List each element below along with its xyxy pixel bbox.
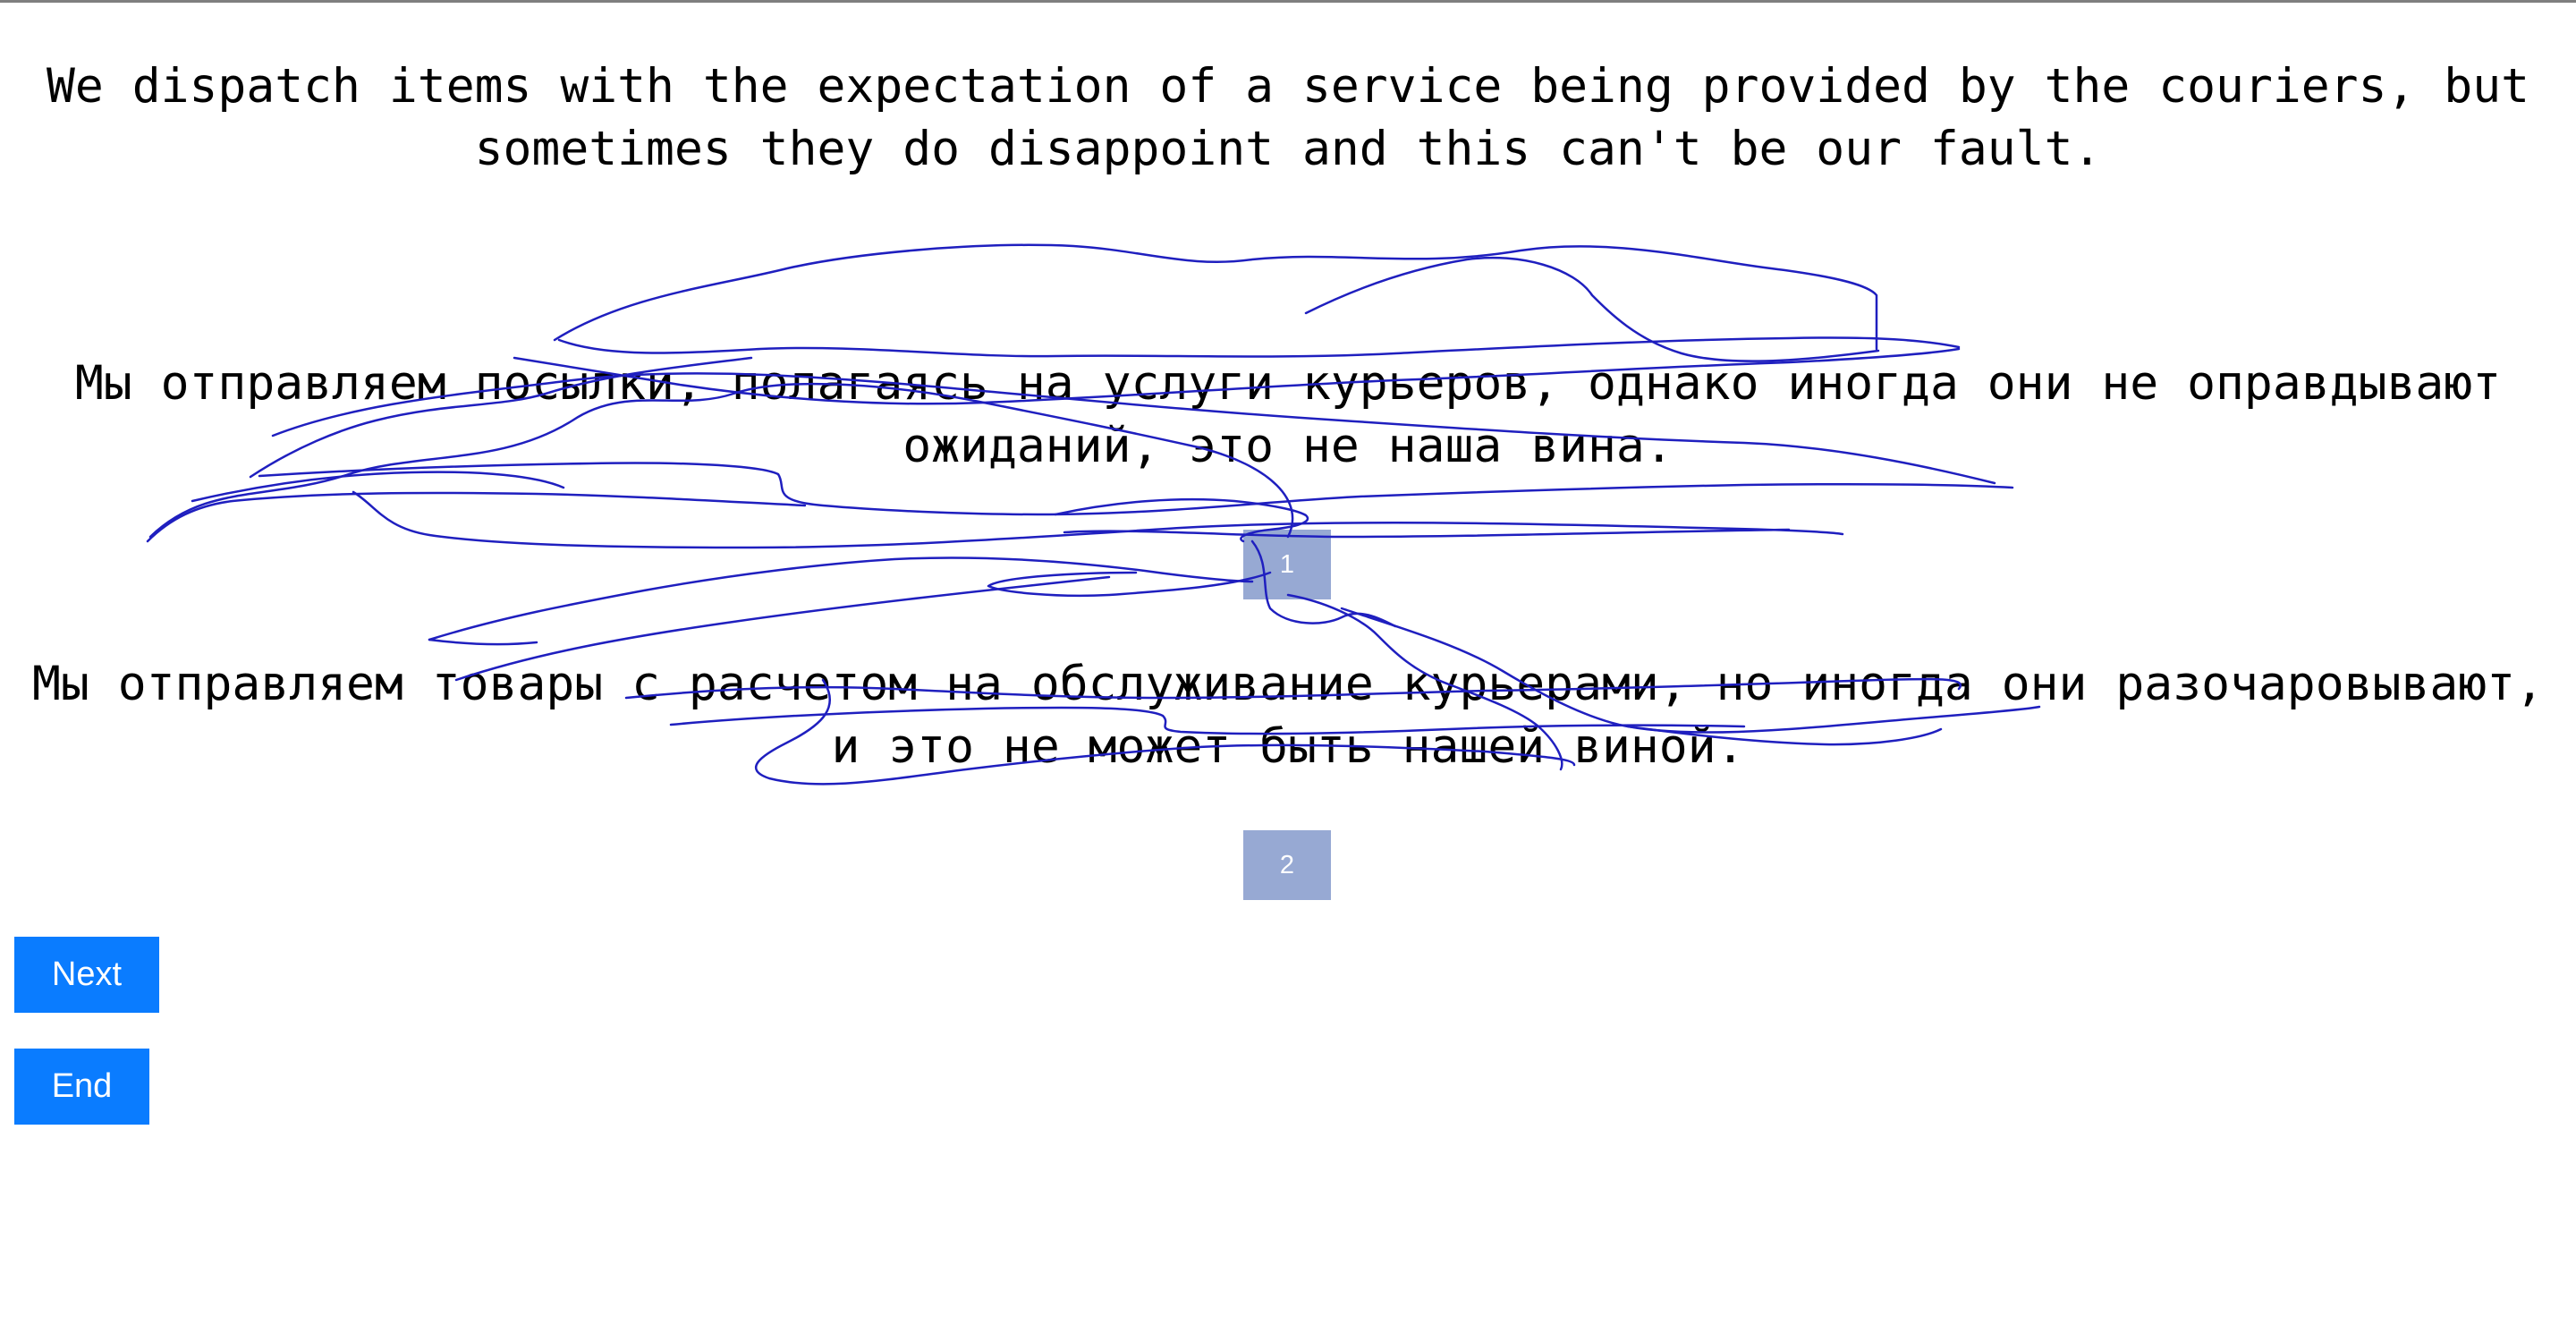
top-border bbox=[0, 0, 2576, 3]
scribble-stroke bbox=[553, 243, 1878, 351]
end-button[interactable]: End bbox=[14, 1049, 149, 1125]
scribble-stroke bbox=[428, 638, 538, 646]
translation-option-2: Мы отправляем товары с расчетом на обслу… bbox=[32, 657, 2544, 774]
scribble-stroke bbox=[146, 491, 807, 543]
choice-button-2[interactable]: 2 bbox=[1243, 830, 1331, 900]
source-sentence: We dispatch items with the expectation o… bbox=[46, 59, 2530, 176]
scribble-stroke bbox=[352, 490, 1844, 549]
scribble-stroke bbox=[428, 556, 1254, 641]
translation-option-1: Мы отправляем посылки, полагаясь на услу… bbox=[74, 356, 2502, 473]
scribble-stroke bbox=[1063, 528, 1791, 539]
choice-button-1[interactable]: 1 bbox=[1243, 530, 1331, 599]
scribble-stroke bbox=[987, 571, 1272, 598]
scribble-stroke bbox=[1304, 256, 1880, 362]
next-button[interactable]: Next bbox=[14, 937, 159, 1013]
